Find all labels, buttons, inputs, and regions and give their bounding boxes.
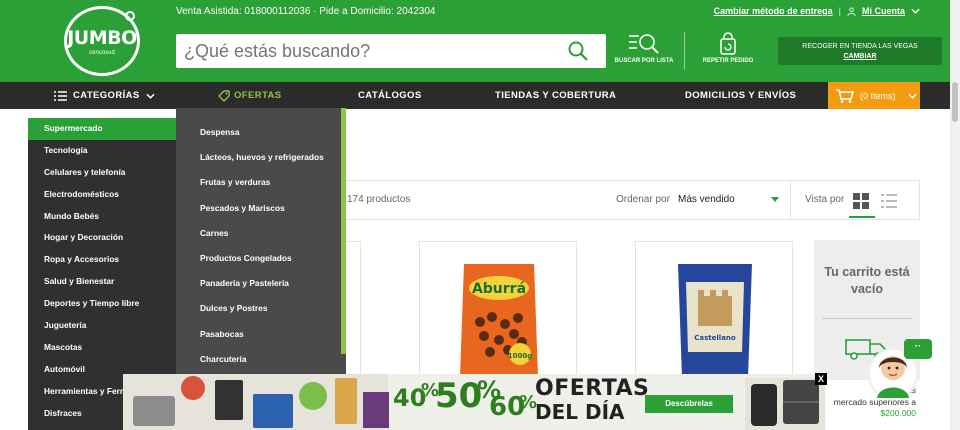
search-box — [176, 34, 606, 68]
product-card[interactable]: Aburrá 1000g — [419, 241, 577, 381]
banner-title: OFERTAS — [535, 376, 650, 401]
logo-dot-icon — [125, 11, 135, 21]
subcategory-item[interactable]: Despensa — [176, 120, 346, 145]
offers-label: OFERTAS — [234, 90, 282, 101]
change-store-link[interactable]: CAMBIAR — [778, 52, 942, 62]
header-divider — [684, 32, 685, 70]
nav-offers[interactable]: OFERTAS — [218, 82, 281, 109]
discover-button[interactable]: Descúbrelas — [645, 395, 733, 413]
product-brand: Castellano — [694, 334, 736, 342]
category-item[interactable]: Salud y Bienestar — [28, 271, 176, 293]
search-input[interactable] — [176, 40, 556, 62]
pickup-store-button[interactable]: RECOGER EN TIENDA LAS VEGAS CAMBIAR — [778, 37, 942, 65]
page-scrollbar[interactable] — [950, 0, 960, 430]
repeat-order-label: REPETIR PEDIDO — [702, 58, 754, 64]
cart-icon — [836, 88, 854, 103]
subcategory-scrollbar[interactable] — [341, 108, 346, 354]
caret-down-icon[interactable] — [771, 197, 779, 202]
category-item[interactable]: Celulares y telefonía — [28, 162, 176, 184]
divider — [822, 318, 912, 319]
order-select[interactable]: Más vendido — [678, 194, 735, 205]
category-item[interactable]: Supermercado — [28, 118, 176, 140]
logo-subtext: cencosud — [89, 49, 115, 56]
list-search-icon — [629, 34, 659, 54]
active-view-indicator — [849, 216, 875, 218]
chat-bubble-button[interactable]: ·· — [904, 339, 932, 359]
categories-label: CATEGORÍAS — [73, 90, 140, 101]
sort-bar: 174 productos Ordenar por Más vendido Vi… — [340, 180, 920, 220]
grid-view-icon[interactable] — [853, 193, 869, 209]
my-account-link[interactable]: Mi Cuenta — [862, 6, 905, 16]
category-item[interactable]: Electrodomésticos — [28, 184, 176, 206]
assisted-sale-info: Venta Asistida: 018000112036 · Pide a Do… — [176, 6, 436, 17]
repeat-order-button[interactable]: REPETIR PEDIDO — [698, 32, 758, 64]
divider: | — [838, 6, 841, 16]
category-item[interactable]: Mundo Bebés — [28, 206, 176, 228]
cart-button[interactable]: (0 ítems) — [828, 82, 920, 109]
cart-count: (0 ítems) — [860, 90, 896, 101]
product-weight: 1000g — [508, 352, 533, 360]
empty-cart-text: Tu carrito está vacío — [824, 265, 910, 296]
category-item[interactable]: Juguetería — [28, 315, 176, 337]
product-image: Castellano — [678, 264, 752, 377]
subcategory-item[interactable]: Charcutería — [176, 347, 346, 372]
product-image: Aburrá 1000g — [460, 264, 538, 377]
chevron-down-icon[interactable] — [911, 8, 920, 14]
nav-stores[interactable]: TIENDAS Y COBERTURA — [495, 82, 616, 109]
logo-text: JUMBO — [67, 26, 137, 49]
subcategory-item[interactable]: Pescados y Mariscos — [176, 196, 346, 221]
list-view-icon[interactable] — [881, 193, 897, 209]
account-bar: Cambiar método de entrega | Mi Cuenta — [714, 6, 920, 16]
nav-delivery[interactable]: DOMICILIOS Y ENVÍOS — [685, 82, 796, 109]
search-by-list-label: BUSCAR POR LISTA — [614, 58, 674, 64]
search-icon[interactable] — [568, 41, 588, 61]
jumbo-logo[interactable]: JUMBO cencosud — [64, 6, 140, 76]
subcategory-item[interactable]: Pasabocas — [176, 322, 346, 347]
search-by-list-button[interactable]: BUSCAR POR LISTA — [612, 32, 676, 64]
shipping-amount: $200.000 — [880, 408, 916, 419]
scrollbar-thumb[interactable] — [952, 82, 958, 122]
subcategory-item[interactable]: Frutas y verduras — [176, 170, 346, 195]
category-item[interactable]: Mascotas — [28, 337, 176, 359]
category-item[interactable]: Hogar y Decoración — [28, 227, 176, 249]
subcategory-item[interactable]: Panadería y Pastelería — [176, 271, 346, 296]
subcategories-panel: Despensa Lácteos, huevos y refrigerados Fr… — [176, 108, 346, 374]
product-count: 174 productos — [347, 194, 411, 205]
product-brand: Aburrá — [472, 281, 526, 297]
menu-icon — [54, 90, 67, 101]
categories-menu[interactable]: CATEGORÍAS — [54, 82, 155, 109]
chevron-down-icon — [907, 93, 917, 99]
main-nav: CATEGORÍAS OFERTAS CATÁLOGOS TIENDAS Y C… — [0, 82, 960, 109]
divider — [790, 181, 791, 219]
nav-catalogs[interactable]: CATÁLOGOS — [358, 82, 422, 109]
order-label: Ordenar por — [616, 194, 670, 205]
daily-offers-banner[interactable]: 40 % 50 % 60 % OFERTAS DEL DÍA Descúbrel… — [123, 374, 825, 430]
user-icon — [847, 6, 856, 16]
category-item[interactable]: Ropa y Accesorios — [28, 249, 176, 271]
subcategory-item[interactable]: Carnes — [176, 221, 346, 246]
repeat-bag-icon — [720, 32, 736, 55]
discount-50: 50 — [435, 376, 483, 416]
category-item[interactable]: Deportes y Tiempo libre — [28, 293, 176, 315]
change-delivery-link[interactable]: Cambiar método de entrega — [714, 6, 833, 16]
category-item[interactable]: Tecnología — [28, 140, 176, 162]
product-card[interactable]: Castellano — [635, 241, 793, 381]
subcategory-item[interactable]: Productos Congelados — [176, 246, 346, 271]
pickup-store-label: RECOGER EN TIENDA LAS VEGAS — [802, 43, 918, 50]
tag-icon — [218, 89, 230, 102]
banner-subtitle: DEL DÍA — [535, 400, 625, 424]
subcategory-item[interactable]: Lácteos, huevos y refrigerados — [176, 145, 346, 170]
view-label: Vista por — [805, 194, 845, 205]
chevron-down-icon — [146, 93, 155, 99]
header: JUMBO cencosud Venta Asistida: 018000112… — [0, 0, 960, 82]
subcategory-item[interactable]: Dulces y Postres — [176, 296, 346, 321]
